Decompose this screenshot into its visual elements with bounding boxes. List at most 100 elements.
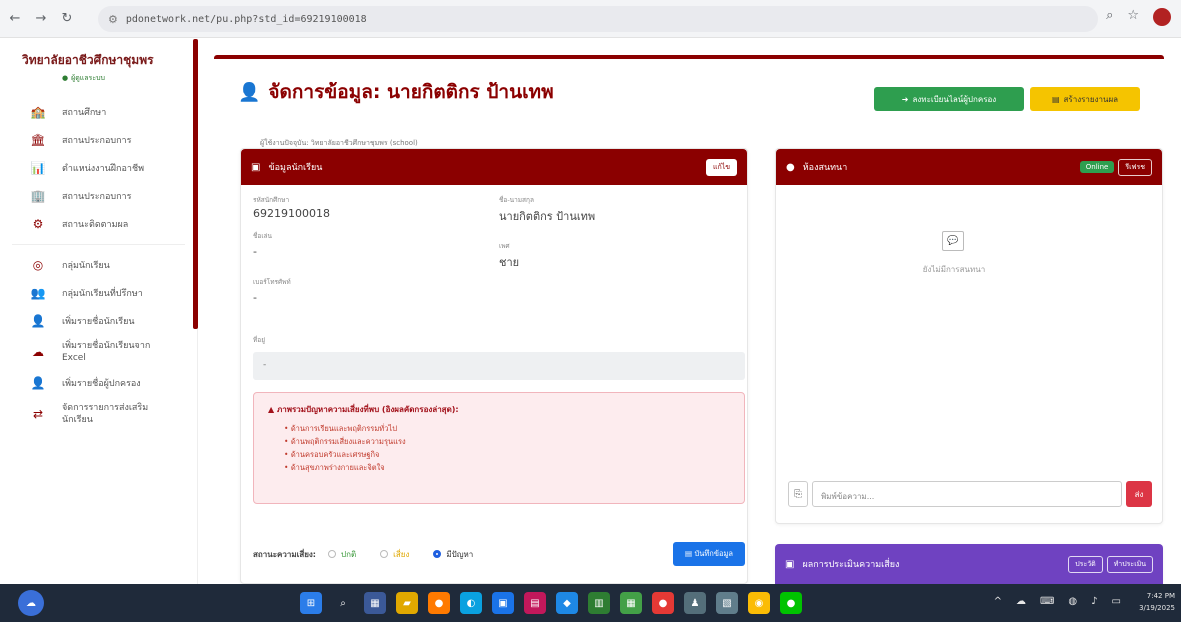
weather-icon[interactable]: ☁ — [18, 590, 44, 616]
cloud-upload-icon: ☁ — [32, 345, 44, 359]
risk-eval-card: ▣ ผลการประเมินความเสี่ยง ประวัติ ทำประเม… — [775, 544, 1163, 584]
radio-problem[interactable]: มีปัญหา — [433, 548, 473, 561]
create-report-button[interactable]: ▤ สร้างรายงานผล — [1030, 87, 1140, 111]
cloud-icon[interactable]: ☁ — [1016, 596, 1026, 607]
app-icon[interactable]: ▦ — [620, 592, 642, 614]
chrome-icon[interactable]: ◉ — [748, 592, 770, 614]
address-field: - — [253, 352, 745, 380]
edit-button[interactable]: แก้ไข — [705, 158, 737, 176]
sidebar-item-advisor-groups[interactable]: 👥 กลุ่มนักเรียนที่ปรึกษา — [0, 279, 197, 307]
sidebar-item-add-parent[interactable]: 👤 เพิ่มรายชื่อผู้ปกครอง — [0, 369, 197, 397]
app-icon[interactable]: ▥ — [588, 592, 610, 614]
sidebar-item-label: ตำแหน่งงานฝึกอาชีพ — [62, 164, 145, 174]
gear-icon: ⚙ — [32, 217, 44, 231]
name-value: นายกิตติกร ป้านเทพ — [499, 210, 596, 223]
main-top-accent — [214, 55, 1164, 59]
radio-label: เสี่ยง — [393, 549, 410, 559]
nickname-label: ชื่อเล่น — [253, 232, 272, 240]
radio-risk[interactable]: เสี่ยง — [380, 548, 409, 561]
sidebar-item-positions[interactable]: 📊 ตำแหน่งงานฝึกอาชีพ — [0, 154, 197, 182]
site-info-icon[interactable]: ⚙ — [108, 13, 118, 26]
keyboard-icon[interactable]: ⌨ — [1040, 596, 1054, 607]
sidebar-item-add-student[interactable]: 👤 เพิ่มรายชื่อนักเรียน — [0, 307, 197, 335]
sidebar-item-label: สถานศึกษา — [62, 108, 107, 118]
report-icon: ▤ — [1051, 94, 1060, 104]
zoom-icon[interactable]: ⌕ — [1106, 8, 1113, 26]
line-icon[interactable]: ● — [780, 592, 802, 614]
attach-icon[interactable]: ⎘ — [788, 481, 808, 507]
taskbar-apps: ⊞ ⌕ ▦ ▰ ● ◐ ▣ ▤ ◆ ▥ ▦ ● ♟ ▧ ◉ ● — [300, 592, 802, 614]
sidebar-item-school[interactable]: 🏫 สถานศึกษา — [0, 98, 197, 126]
gender-label: เพศ — [499, 242, 510, 250]
chart-icon: 📊 — [30, 161, 46, 175]
sidebar-item-label: สถานประกอบการ — [62, 192, 132, 202]
app-icon[interactable]: ● — [428, 592, 450, 614]
user-add-icon: 👤 — [30, 314, 46, 328]
name-label: ชื่อ-นามสกุล — [499, 196, 534, 204]
battery-icon[interactable]: ▭ — [1112, 596, 1121, 607]
sidebar-item-student-groups[interactable]: ◎ กลุ่มนักเรียน — [0, 251, 197, 279]
app-icon[interactable]: ◆ — [556, 592, 578, 614]
app-icon[interactable]: ♟ — [684, 592, 706, 614]
bookmark-star-icon[interactable]: ☆ — [1127, 8, 1139, 26]
edge-icon[interactable]: ◐ — [460, 592, 482, 614]
sidebar-scrollbar[interactable] — [193, 39, 198, 329]
speaker-icon[interactable]: ♪ — [1091, 596, 1097, 607]
sidebar-item-promotions[interactable]: ⇄ จัดการรายการส่งเสริม นักเรียน — [0, 397, 197, 431]
system-tray: ^ ☁ ⌨ ◍ ♪ ▭ — [994, 596, 1121, 607]
history-button[interactable]: ประวัติ — [1068, 555, 1103, 573]
evaluate-button[interactable]: ทำประเมิน — [1106, 555, 1153, 573]
refresh-button[interactable]: รีเฟรช — [1118, 158, 1152, 176]
risk-alert-title: ภาพรวมปัญหาความเสี่ยงที่พบ (อิงผลคัดกรอง… — [268, 403, 730, 416]
start-icon[interactable]: ⊞ — [300, 592, 322, 614]
app-icon[interactable]: ▧ — [716, 592, 738, 614]
file-explorer-icon[interactable]: ▰ — [396, 592, 418, 614]
store-icon[interactable]: ▣ — [492, 592, 514, 614]
student-info-card: ▣ ข้อมูลนักเรียน แก้ไข รหัสนักศึกษา 6921… — [240, 148, 748, 584]
sidebar-item-companies[interactable]: 🏢 สถานประกอบการ — [0, 182, 197, 210]
clock-date: 3/19/2025 — [1139, 604, 1175, 612]
address-bar[interactable]: ⚙ pdonetwork.net/pu.php?std_id=692191000… — [98, 6, 1098, 32]
main-content: 👤 จัดการข้อมูล: นายกิตติกร ป้านเทพ ผู้ใช… — [204, 55, 1164, 584]
clock[interactable]: 7:42 PM 3/19/2025 — [1139, 590, 1175, 614]
chat-icon: ● — [786, 161, 795, 173]
brand: วิทยาลัยอาชีวศึกษาชุมพร ผู้ดูแลระบบ — [0, 39, 197, 90]
send-button[interactable]: ส่ง — [1126, 481, 1152, 507]
forward-icon[interactable]: → — [30, 8, 52, 30]
line-register-label: ลงทะเบียนไลน์ผู้ปกครอง — [912, 94, 997, 104]
globe-icon[interactable]: ◍ — [1068, 596, 1077, 607]
sidebar-item-import-excel[interactable]: ☁ เพิ่มรายชื่อนักเรียนจาก Excel — [0, 335, 197, 369]
app-icon[interactable]: ● — [652, 592, 674, 614]
sidebar-item-label: กลุ่มนักเรียน — [62, 261, 110, 271]
radio-label: ปกติ — [341, 549, 357, 559]
task-view-icon[interactable]: ▦ — [364, 592, 386, 614]
line-register-button[interactable]: ➜ ลงทะเบียนไลน์ผู้ปกครอง — [874, 87, 1024, 111]
page-title: จัดการข้อมูล: นายกิตติกร ป้านเทพ — [268, 81, 554, 103]
sidebar-item-company[interactable]: 🏛 สถานประกอบการ — [0, 126, 197, 154]
save-button[interactable]: ▤ บันทึกข้อมูล — [672, 542, 745, 566]
app-icon[interactable]: ▤ — [524, 592, 546, 614]
chat-input-row: ⎘ พิมพ์ข้อความ... ส่ง — [788, 481, 1152, 507]
risk-status-label: สถานะความเสี่ยง: — [253, 549, 317, 559]
sidebar-item-label: สถานประกอบการ — [62, 136, 132, 146]
chevron-up-icon[interactable]: ^ — [994, 596, 1002, 607]
student-info-header: ▣ ข้อมูลนักเรียน แก้ไข — [241, 149, 747, 185]
chat-card: ● ห้องสนทนา Online รีเฟรช 💬 ยังไม่มีการส… — [775, 148, 1163, 524]
student-info-title: ข้อมูลนักเรียน — [268, 163, 323, 173]
sidebar-item-tracking[interactable]: ⚙ สถานะติดตามผล — [0, 210, 197, 238]
sidebar-item-label: กลุ่มนักเรียนที่ปรึกษา — [62, 289, 143, 299]
student-id-label: รหัสนักศึกษา — [253, 196, 290, 204]
gender-value: ชาย — [499, 256, 520, 269]
back-icon[interactable]: ← — [4, 8, 26, 30]
risk-alert-item: ด้านครอบครัวและเศรษฐกิจ — [284, 448, 730, 461]
user-icon: 👤 — [30, 376, 46, 390]
empty-chat-text: ยังไม่มีการสนทนา — [922, 265, 986, 274]
users-icon: 👥 — [30, 286, 46, 300]
phone-value: - — [253, 291, 257, 304]
message-input[interactable]: พิมพ์ข้อความ... — [812, 481, 1122, 507]
reload-icon[interactable]: ↻ — [56, 8, 78, 30]
profile-avatar[interactable] — [1153, 8, 1171, 26]
search-icon[interactable]: ⌕ — [332, 592, 354, 614]
radio-normal[interactable]: ปกติ — [328, 548, 356, 561]
risk-eval-header: ▣ ผลการประเมินความเสี่ยง ประวัติ ทำประเม… — [775, 544, 1163, 584]
